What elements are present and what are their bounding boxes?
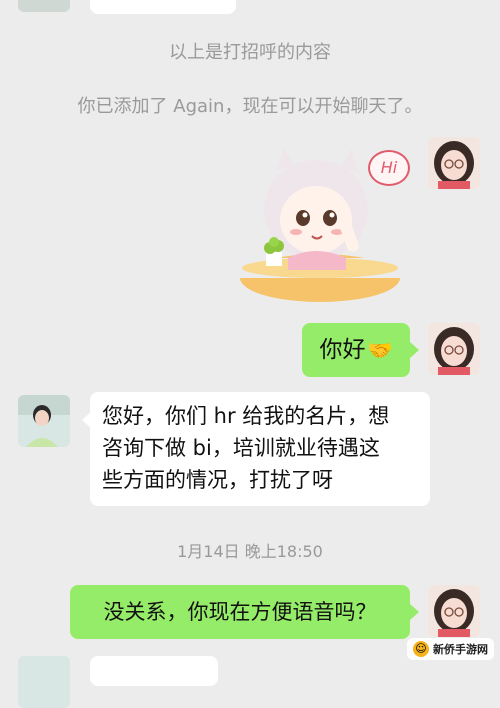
message-text-line: 您好，你们 hr 给我的名片，想 xyxy=(102,404,390,428)
message-bubble-inquiry[interactable]: 您好，你们 hr 给我的名片，想 咨询下做 bi，培训就业待遇这 些方面的情况，… xyxy=(90,392,430,506)
system-note-added: 你已添加了 Again，现在可以开始聊天了。 xyxy=(77,96,423,117)
watermark-text: 新侨手游网 xyxy=(433,643,488,656)
handshake-icon: 🤝 xyxy=(367,337,393,362)
message-text: 你好 xyxy=(319,336,366,363)
message-text: 没关系，你现在方便语音吗？ xyxy=(103,599,377,624)
avatar-contact[interactable] xyxy=(18,395,70,447)
message-bubble-reply[interactable]: 没关系，你现在方便语音吗？ xyxy=(70,585,410,639)
sticker-message[interactable]: Hi xyxy=(240,148,410,308)
message-text-line: 些方面的情况，打扰了呀 xyxy=(102,468,333,492)
smiley-logo-icon: ☺ xyxy=(413,641,429,657)
bubble-tail xyxy=(410,604,419,620)
timestamp: 1月14日 晚上18:50 xyxy=(177,542,323,561)
self-avatar-icon xyxy=(428,323,480,375)
hi-text: Hi xyxy=(380,158,398,177)
avatar-self-2[interactable] xyxy=(428,323,480,375)
avatar-self-1[interactable] xyxy=(428,137,480,189)
self-avatar-icon xyxy=(428,137,480,189)
bubble-tail xyxy=(410,342,419,358)
avatar-partial-top[interactable] xyxy=(18,0,70,12)
system-note-greeting: 以上是打招呼的内容 xyxy=(169,42,331,63)
avatar-self-3[interactable] xyxy=(428,585,480,637)
avatar-partial-bottom[interactable] xyxy=(18,656,70,708)
self-avatar-icon xyxy=(428,585,480,637)
hi-speech-bubble: Hi xyxy=(368,150,410,186)
message-bubble-hello[interactable]: 你好 🤝 xyxy=(302,323,410,377)
contact-avatar-icon xyxy=(18,395,70,447)
watermark-logo: ☺ 新侨手游网 xyxy=(407,638,494,660)
message-bubble-partial-bottom xyxy=(90,656,218,686)
message-text-line: 咨询下做 bi，培训就业待遇这 xyxy=(102,436,380,460)
message-bubble-partial-top xyxy=(90,0,236,14)
